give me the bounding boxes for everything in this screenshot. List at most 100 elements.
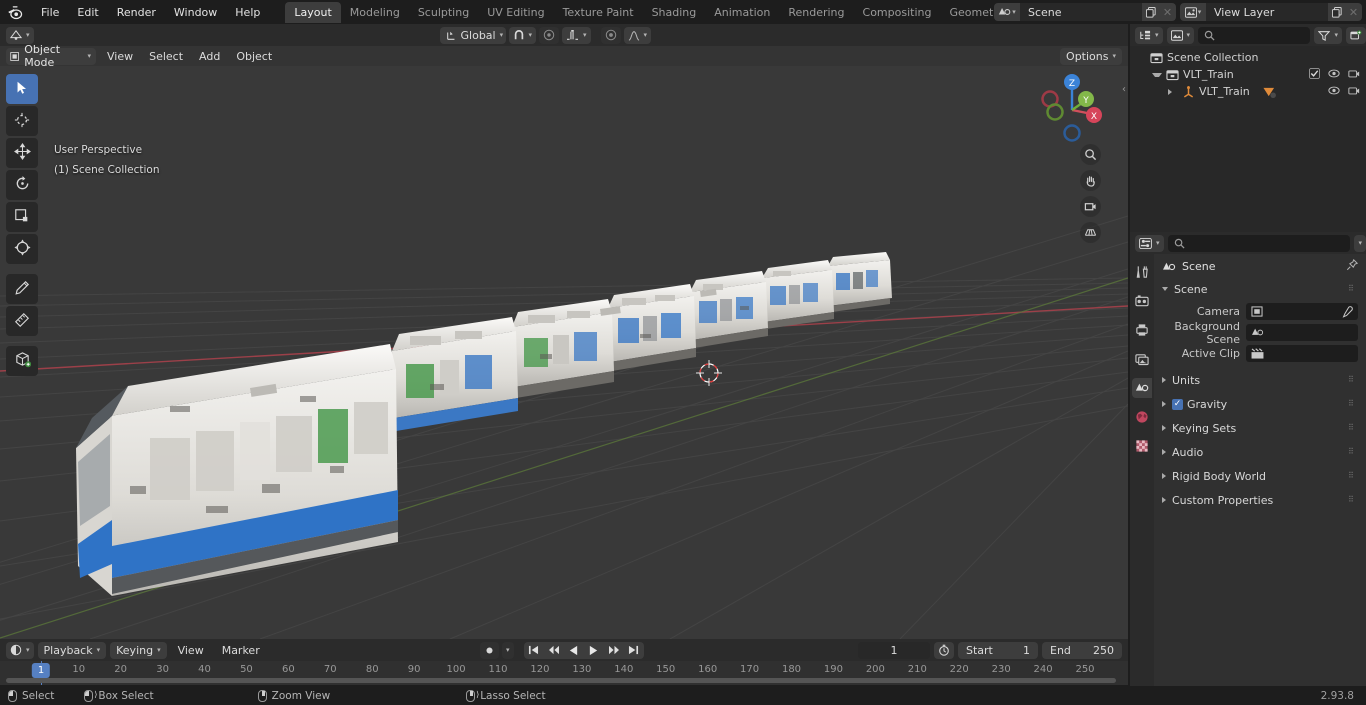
outliner-row-2[interactable]: VLT_Train xyxy=(1130,83,1366,100)
navigation-gizmo[interactable]: Z X Y xyxy=(1034,70,1110,146)
auto-keying-toggle[interactable] xyxy=(480,641,499,659)
playhead-indicator[interactable]: 1 xyxy=(31,663,51,678)
snap-toggle[interactable]: ▾ xyxy=(508,26,537,44)
properties-search-input[interactable] xyxy=(1167,234,1351,252)
move-tool[interactable] xyxy=(6,138,38,168)
properties-tab-tool[interactable] xyxy=(1132,262,1152,282)
outliner-visibility-eye-icon[interactable] xyxy=(1328,68,1340,82)
tool-header-menu-select[interactable]: Select xyxy=(142,48,190,65)
pan-nav-button[interactable] xyxy=(1080,170,1101,191)
workspace-tab-uv-editing[interactable]: UV Editing xyxy=(478,2,553,23)
tweak-tool[interactable] xyxy=(6,74,38,104)
properties-tab-scene[interactable] xyxy=(1132,378,1152,398)
view-layer-icon[interactable]: ▾ xyxy=(1180,3,1206,21)
outliner-render-camera-icon[interactable] xyxy=(1348,85,1360,99)
new-view-layer-button[interactable] xyxy=(1328,3,1345,21)
playback-menu[interactable]: Playback ▾ xyxy=(37,641,107,659)
outliner-filter-id-type[interactable]: ▾ xyxy=(1166,26,1195,44)
timeline-view-menu[interactable]: View xyxy=(171,642,211,659)
property-field-active-clip[interactable] xyxy=(1246,345,1358,362)
outliner[interactable]: Scene Collection VLT_Train VLT_Train xyxy=(1130,46,1366,232)
transform-tool[interactable] xyxy=(6,234,38,264)
use-preview-range-button[interactable] xyxy=(934,641,954,659)
properties-editor-type[interactable]: ▾ xyxy=(1135,234,1164,252)
topbar-menu-edit[interactable]: Edit xyxy=(68,3,107,22)
chevron-down-icon[interactable] xyxy=(1152,72,1162,77)
properties-tab-render[interactable] xyxy=(1132,291,1152,311)
rotate-tool[interactable] xyxy=(6,170,38,200)
blender-logo-icon[interactable] xyxy=(6,3,24,21)
panel-units[interactable]: Units ⠿ xyxy=(1154,370,1366,390)
topbar-menu-help[interactable]: Help xyxy=(226,3,269,22)
properties-tab-view-layer[interactable] xyxy=(1132,349,1152,369)
view-layer-selector[interactable]: ▾ View Layer ✕ xyxy=(1180,3,1362,21)
transform-orientation-selector[interactable]: Global ▾ xyxy=(439,26,506,44)
outliner-checkbox[interactable] xyxy=(1309,67,1320,82)
panel-custom-properties[interactable]: Custom Properties ⠿ xyxy=(1154,490,1366,510)
jump-to-start-button[interactable] xyxy=(524,642,544,659)
panel-keying-sets[interactable]: Keying Sets ⠿ xyxy=(1154,418,1366,438)
pin-icon[interactable] xyxy=(1346,258,1359,274)
eyedropper-icon[interactable] xyxy=(1341,305,1353,318)
panel-audio[interactable]: Audio ⠿ xyxy=(1154,442,1366,462)
auto-keying-options[interactable]: ▾ xyxy=(502,641,514,659)
next-keyframe-button[interactable] xyxy=(604,642,624,659)
timeline-editor-type[interactable]: ▾ xyxy=(6,641,34,659)
unlink-scene-button[interactable]: ✕ xyxy=(1159,3,1176,21)
workspace-tab-sculpting[interactable]: Sculpting xyxy=(409,2,478,23)
keying-menu[interactable]: Keying ▾ xyxy=(110,641,167,659)
proportional-falloff-selector[interactable]: ▾ xyxy=(562,26,591,44)
workspace-tab-layout[interactable]: Layout xyxy=(285,1,341,23)
editor-type-selector[interactable]: ▾ xyxy=(6,26,34,44)
current-frame-field[interactable]: 1 xyxy=(858,641,930,659)
add-cube-tool[interactable] xyxy=(6,346,38,376)
remove-view-layer-button[interactable]: ✕ xyxy=(1345,3,1362,21)
topbar-menu-window[interactable]: Window xyxy=(165,3,226,22)
tool-header-menu-object[interactable]: Object xyxy=(229,48,279,65)
scale-tool[interactable] xyxy=(6,202,38,232)
new-collection-button[interactable] xyxy=(1346,26,1366,44)
workspace-tab-texture-paint[interactable]: Texture Paint xyxy=(554,2,643,23)
mesh-data-icon[interactable] xyxy=(1262,86,1276,98)
scene-name[interactable]: Scene xyxy=(1020,3,1142,21)
outliner-filter-button[interactable]: ▾ xyxy=(1314,26,1342,44)
end-frame-field[interactable]: End 250 xyxy=(1042,641,1122,659)
properties-options-dropdown[interactable]: ▾ xyxy=(1354,234,1366,252)
interaction-mode-selector[interactable]: Object Mode ▾ xyxy=(6,43,96,69)
scene-panel-header[interactable]: Scene ⠿ xyxy=(1154,279,1366,299)
viewport-options-button[interactable]: Options ▾ xyxy=(1060,47,1122,65)
outliner-row-1[interactable]: VLT_Train xyxy=(1130,66,1366,83)
property-field-background-scene[interactable] xyxy=(1246,324,1358,341)
outliner-row-0[interactable]: Scene Collection xyxy=(1130,49,1366,66)
properties-tab-output[interactable] xyxy=(1132,320,1152,340)
outliner-visibility-eye-icon[interactable] xyxy=(1328,85,1340,99)
workspace-tab-shading[interactable]: Shading xyxy=(643,2,706,23)
falloff-curve-selector[interactable]: ▾ xyxy=(623,26,652,44)
start-frame-field[interactable]: Start 1 xyxy=(958,641,1038,659)
topbar-menu-render[interactable]: Render xyxy=(108,3,165,22)
view-layer-name[interactable]: View Layer xyxy=(1206,3,1328,21)
play-reverse-button[interactable] xyxy=(564,642,584,659)
jump-to-end-button[interactable] xyxy=(624,642,644,659)
ortho-persp-nav-button[interactable] xyxy=(1080,222,1101,243)
panel-rigid-body-world[interactable]: Rigid Body World ⠿ xyxy=(1154,466,1366,486)
play-button[interactable] xyxy=(584,642,604,659)
timeline-strip[interactable]: 10 20 30 40 50 60 70 80 90 100 110 120 130 140 150 160 1… xyxy=(0,661,1128,685)
new-scene-button[interactable] xyxy=(1142,3,1159,21)
properties-tab-texture[interactable] xyxy=(1132,436,1152,456)
camera-nav-button[interactable] xyxy=(1080,196,1101,217)
annotate-tool[interactable] xyxy=(6,274,38,304)
cursor-tool[interactable] xyxy=(6,106,38,136)
outliner-editor-type[interactable]: ▾ xyxy=(1135,26,1163,44)
workspace-tab-animation[interactable]: Animation xyxy=(705,2,779,23)
timeline-scrollbar[interactable] xyxy=(6,678,1116,683)
property-field-camera[interactable] xyxy=(1246,303,1358,320)
panel-gravity[interactable]: ✓ Gravity ⠿ xyxy=(1154,394,1366,414)
properties-tab-world[interactable] xyxy=(1132,407,1152,427)
workspace-tab-rendering[interactable]: Rendering xyxy=(779,2,853,23)
tool-header-menu-add[interactable]: Add xyxy=(192,48,227,65)
scene-icon[interactable]: ▾ xyxy=(994,3,1020,21)
outliner-render-camera-icon[interactable] xyxy=(1348,68,1360,82)
outliner-search-input[interactable] xyxy=(1198,26,1311,44)
proportional-editing-toggle[interactable] xyxy=(539,26,560,44)
